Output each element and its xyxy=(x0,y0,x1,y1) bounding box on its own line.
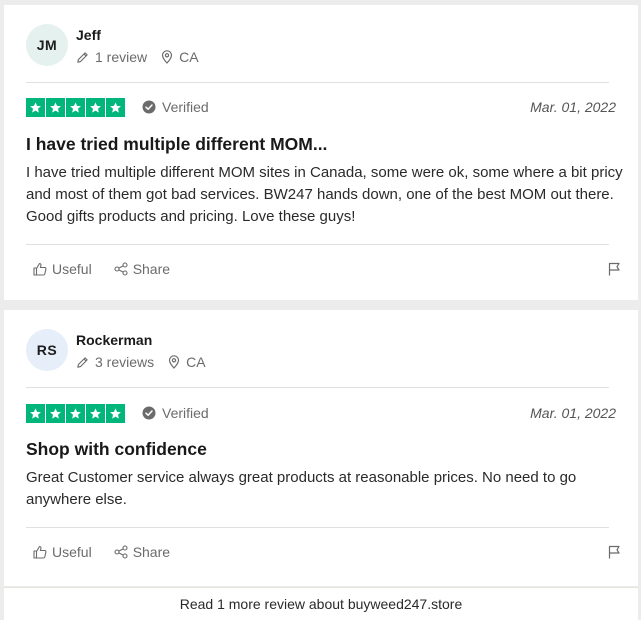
location-pin-icon xyxy=(162,50,173,64)
rating-row: Verified Mar. 01, 2022 xyxy=(26,403,616,423)
star-icon xyxy=(46,403,65,423)
verified-check-icon xyxy=(142,100,156,114)
share-button[interactable]: Share xyxy=(114,544,170,560)
divider xyxy=(26,82,609,83)
consumer-name[interactable]: Rockerman xyxy=(76,332,206,350)
divider xyxy=(26,527,609,528)
thumbs-up-icon xyxy=(33,545,47,559)
star-rating xyxy=(26,403,126,423)
divider xyxy=(26,387,609,388)
review-count: 1 review xyxy=(76,49,147,65)
thumbs-up-icon xyxy=(33,262,47,276)
pencil-icon xyxy=(77,356,88,368)
country: CA xyxy=(168,354,206,370)
star-rating xyxy=(26,97,126,117)
share-icon xyxy=(114,545,128,559)
share-button[interactable]: Share xyxy=(114,261,170,277)
verified-label: Verified xyxy=(162,405,209,421)
read-more-bar: Read 1 more review about buyweed247.stor… xyxy=(4,587,638,620)
consumer-info[interactable]: RS Rockerman 3 reviews CA xyxy=(26,329,206,373)
review-body: Great Customer service always great prod… xyxy=(26,469,577,508)
verified-label: Verified xyxy=(162,99,209,115)
consumer-name[interactable]: Jeff xyxy=(76,27,199,45)
star-icon xyxy=(26,97,45,117)
star-icon xyxy=(66,403,85,423)
useful-button[interactable]: Useful xyxy=(33,544,92,560)
star-icon xyxy=(106,403,125,423)
consumer-info[interactable]: JM Jeff 1 review CA xyxy=(26,24,199,68)
review-count-label: 1 review xyxy=(95,49,148,65)
review-title[interactable]: I have tried multiple different MOM... xyxy=(26,134,327,155)
share-label: Share xyxy=(132,261,171,277)
star-icon xyxy=(86,97,105,117)
review-date: Mar. 01, 2022 xyxy=(530,99,616,115)
report-flag-button[interactable] xyxy=(608,262,621,276)
review-count-label: 3 reviews xyxy=(95,354,155,370)
avatar[interactable]: JM xyxy=(26,24,68,66)
star-icon xyxy=(86,403,105,423)
verified-badge[interactable]: Verified xyxy=(142,405,209,421)
divider xyxy=(26,244,609,245)
flag-icon xyxy=(608,545,620,559)
useful-button[interactable]: Useful xyxy=(33,261,92,277)
country-label: CA xyxy=(186,354,206,370)
review-actions: Useful Share xyxy=(33,259,623,279)
location-pin-icon xyxy=(169,355,180,369)
star-icon xyxy=(106,97,125,117)
rating-row: Verified Mar. 01, 2022 xyxy=(26,97,616,117)
review-card: RS Rockerman 3 reviews CA Verified Mar. … xyxy=(4,310,638,586)
verified-check-icon xyxy=(142,406,156,420)
review-body: I have tried multiple different MOM site… xyxy=(26,164,623,225)
review-date: Mar. 01, 2022 xyxy=(530,405,616,421)
avatar[interactable]: RS xyxy=(26,329,68,371)
star-icon xyxy=(26,403,45,423)
review-actions: Useful Share xyxy=(33,542,623,562)
country: CA xyxy=(161,49,199,65)
useful-label: Useful xyxy=(52,544,92,560)
star-icon xyxy=(46,97,65,117)
share-icon xyxy=(114,262,128,276)
review-title[interactable]: Shop with confidence xyxy=(26,439,207,460)
report-flag-button[interactable] xyxy=(608,545,621,559)
review-count: 3 reviews xyxy=(76,354,154,370)
pencil-icon xyxy=(77,51,88,63)
review-card: JM Jeff 1 review CA Verified Mar. 01, 20… xyxy=(4,5,638,300)
country-label: CA xyxy=(179,49,199,65)
verified-badge[interactable]: Verified xyxy=(142,99,209,115)
share-label: Share xyxy=(132,544,171,560)
reviews-page: JM Jeff 1 review CA Verified Mar. 01, 20… xyxy=(0,0,641,620)
flag-icon xyxy=(608,262,620,276)
read-more-link[interactable]: Read 1 more review about buyweed247.stor… xyxy=(180,596,463,612)
useful-label: Useful xyxy=(52,261,92,277)
star-icon xyxy=(66,97,85,117)
